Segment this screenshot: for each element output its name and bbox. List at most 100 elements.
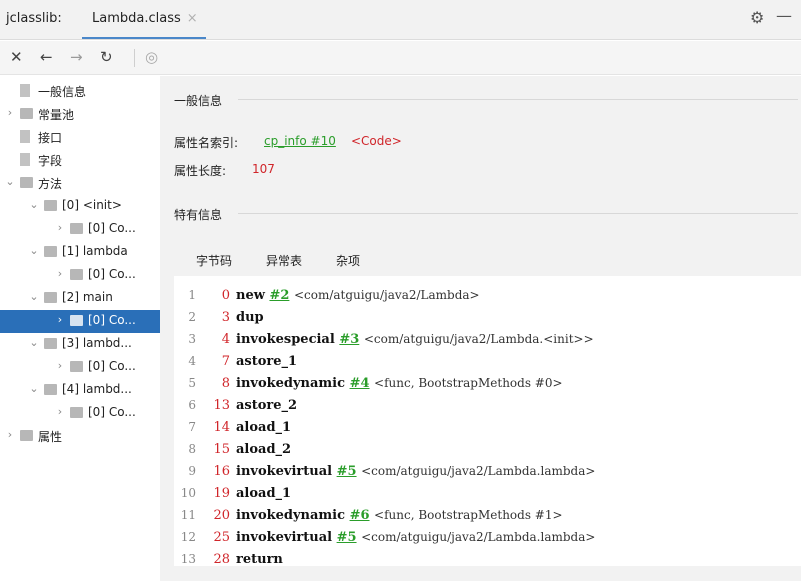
opcode-name: aload_1 [236,486,292,501]
section-divider [238,99,798,100]
opcode: aload_2 [236,442,291,457]
bytecode-listing: 1 0 new #2 <com/atguigu/java2/Lambda> 2 3 dup… [174,276,801,567]
chevron-down-icon[interactable]: ⌄ [28,198,40,211]
chevron-down-icon[interactable]: ⌄ [28,244,40,257]
opcode: invokedynamic #4 <func, BootstrapMethods… [236,376,563,391]
file-icon [20,84,30,97]
tree-item-label: 接口 [38,131,63,145]
line-number: 9 [188,464,196,478]
attribute-length-label: 属性长度: [174,164,227,178]
folder-icon [70,361,83,372]
tree-item-interfaces[interactable]: 接口 [0,126,160,149]
folder-icon [70,407,83,418]
chevron-right-icon[interactable]: › [54,359,66,372]
ref-comment: <com/atguigu/java2/Lambda> [293,288,480,302]
tree-item-label: [4] lambd... [62,382,132,396]
app-label: jclasslib: [6,11,62,26]
tree-item-label: [2] main [62,290,113,304]
folder-icon [70,269,83,280]
tree-item-method-4[interactable]: ⌄ [4] lambd... [0,379,160,402]
tree-item-method-1[interactable]: ⌄ [1] lambda [0,241,160,264]
tree-item-label: [1] lambda [62,244,128,258]
tree-item-general-info[interactable]: 一般信息 [0,80,160,103]
back-arrow-icon[interactable]: ← [40,48,53,66]
tree-item-method-1-code[interactable]: › [0] Co... [0,264,160,287]
tree-item-method-0-code[interactable]: › [0] Co... [0,218,160,241]
chevron-right-icon[interactable]: › [54,221,66,234]
chevron-down-icon[interactable]: ⌄ [28,290,40,303]
chevron-right-icon[interactable]: › [54,267,66,280]
line-number: 5 [188,376,196,390]
opcode-name: invokedynamic [236,376,346,391]
constant-pool-ref-link[interactable]: #3 [339,332,359,347]
opcode: aload_1 [236,486,291,501]
opcode: invokedynamic #6 <func, BootstrapMethods… [236,508,563,523]
forward-arrow-icon[interactable]: → [70,48,83,66]
tree-item-label: [0] Co... [88,267,136,281]
ref-comment: <func, BootstrapMethods #0> [374,376,563,390]
close-icon[interactable]: ✕ [10,48,23,66]
bytecode-offset: 19 [213,486,230,501]
tree-item-method-2[interactable]: ⌄ [2] main [0,287,160,310]
chevron-right-icon[interactable]: › [54,405,66,418]
constant-pool-ref-link[interactable]: #5 [337,464,357,479]
cp-info-link[interactable]: cp_info #10 [264,134,336,148]
tree-item-method-3-code[interactable]: › [0] Co... [0,356,160,379]
constant-pool-ref-link[interactable]: #5 [337,530,357,545]
chevron-down-icon[interactable]: ⌄ [28,382,40,395]
line-number: 1 [188,288,196,302]
tab-exception-table[interactable]: 异常表 [266,252,302,269]
folder-icon [44,338,57,349]
line-number: 4 [188,354,196,368]
tree-item-attributes[interactable]: › 属性 [0,425,160,448]
opcode-name: return [236,552,283,567]
opcode: invokespecial #3 <com/atguigu/java2/Lamb… [236,332,594,347]
tree-item-methods[interactable]: ⌄ 方法 [0,172,160,195]
opcode: astore_1 [236,354,297,369]
opcode-name: invokespecial [236,332,335,347]
file-icon [20,153,30,166]
close-tab-icon[interactable]: × [187,11,198,26]
tree-item-label: [3] lambd... [62,336,132,350]
general-info-title: 一般信息 [174,94,223,108]
folder-icon [70,223,83,234]
tree-item-method-2-code[interactable]: › [0] Co... [0,310,160,333]
toolbar: ✕ ← → ↻ ◎ [0,41,801,75]
minimize-icon[interactable]: — [776,6,792,25]
tree-item-constant-pool[interactable]: › 常量池 [0,103,160,126]
tree-item-method-0[interactable]: ⌄ [0] <init> [0,195,160,218]
tree-item-label: [0] Co... [88,405,136,419]
bytecode-offset: 20 [213,508,230,523]
bytecode-offset: 16 [213,464,230,479]
bytecode-offset: 8 [221,376,230,391]
opcode-name: new [236,288,265,303]
chevron-down-icon[interactable]: ⌄ [28,336,40,349]
constant-pool-ref-link[interactable]: #4 [350,376,370,391]
tab-lambda-class[interactable]: Lambda.class × [82,6,206,39]
opcode: invokevirtual #5 <com/atguigu/java2/Lamb… [236,464,595,479]
tab-misc[interactable]: 杂项 [336,252,360,269]
title-bar: jclasslib: Lambda.class × ⚙ — [0,0,801,40]
chevron-right-icon[interactable]: › [54,313,66,326]
refresh-icon[interactable]: ↻ [100,48,113,66]
chevron-down-icon[interactable]: ⌄ [4,175,16,188]
chevron-right-icon[interactable]: › [4,428,16,441]
tab-bytecode[interactable]: 字节码 [196,252,232,269]
opcode: astore_2 [236,398,297,413]
tree-item-method-4-code[interactable]: › [0] Co... [0,402,160,425]
folder-icon [44,384,57,395]
tree-item-method-3[interactable]: ⌄ [3] lambd... [0,333,160,356]
opcode-name: aload_2 [236,442,292,457]
constant-pool-ref-link[interactable]: #6 [350,508,370,523]
opcode-name: invokedynamic [236,508,346,523]
line-number: 11 [180,508,196,522]
tree-item-label: [0] <init> [62,198,122,212]
gear-icon[interactable]: ⚙ [750,8,764,27]
folder-icon [20,177,33,188]
folder-icon [44,292,57,303]
constant-pool-ref-link[interactable]: #2 [269,288,289,303]
browser-icon[interactable]: ◎ [145,48,158,66]
chevron-right-icon[interactable]: › [4,106,16,119]
line-number: 3 [188,332,196,346]
tree-item-fields[interactable]: 字段 [0,149,160,172]
